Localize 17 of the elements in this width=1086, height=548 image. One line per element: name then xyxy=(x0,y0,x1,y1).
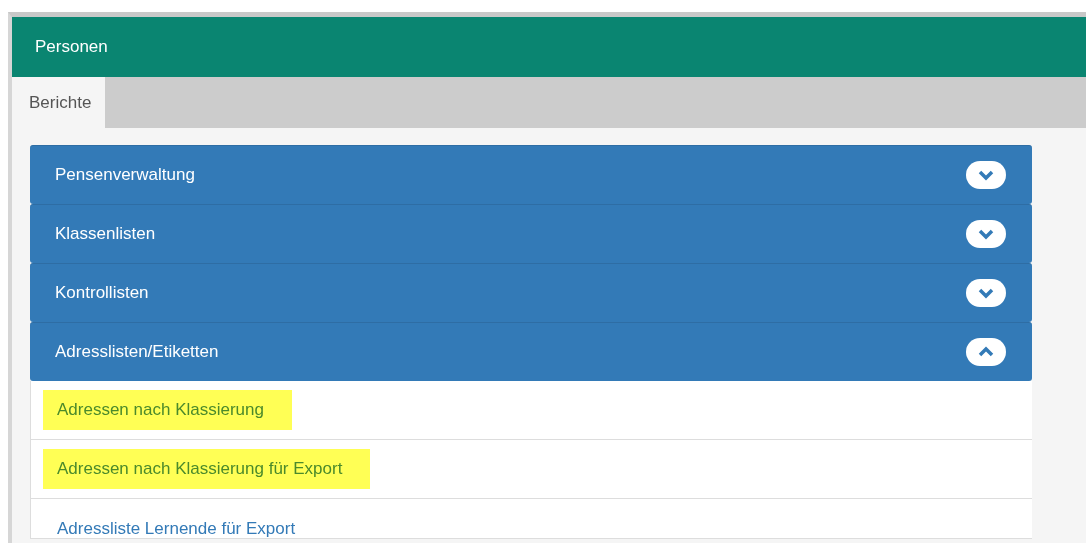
accordion-header[interactable]: Pensenverwaltung xyxy=(30,145,1032,204)
chevron-down-icon[interactable] xyxy=(966,220,1006,248)
section-title: Kontrollisten xyxy=(55,283,149,303)
report-link[interactable]: Adressliste Lernende für Export xyxy=(43,509,324,548)
accordion-header[interactable]: Klassenlisten xyxy=(30,204,1032,263)
accordion-header[interactable]: Kontrollisten xyxy=(30,263,1032,322)
page-title: Personen xyxy=(35,37,108,57)
accordion-header[interactable]: Adresslisten/Etiketten xyxy=(30,322,1032,381)
tab[interactable]: Berichte xyxy=(12,77,106,128)
section-title: Klassenlisten xyxy=(55,224,156,244)
chevron-down-icon[interactable] xyxy=(966,279,1006,307)
report-link[interactable]: Adressen nach Klassierung xyxy=(43,390,292,430)
chevron-down-icon[interactable] xyxy=(966,161,1006,189)
section-title: Adresslisten/Etiketten xyxy=(55,342,219,362)
report-link[interactable]: Adressen nach Klassierung für Export xyxy=(43,449,371,489)
section-title: Pensenverwaltung xyxy=(55,165,195,185)
chevron-up-icon[interactable] xyxy=(966,338,1006,366)
